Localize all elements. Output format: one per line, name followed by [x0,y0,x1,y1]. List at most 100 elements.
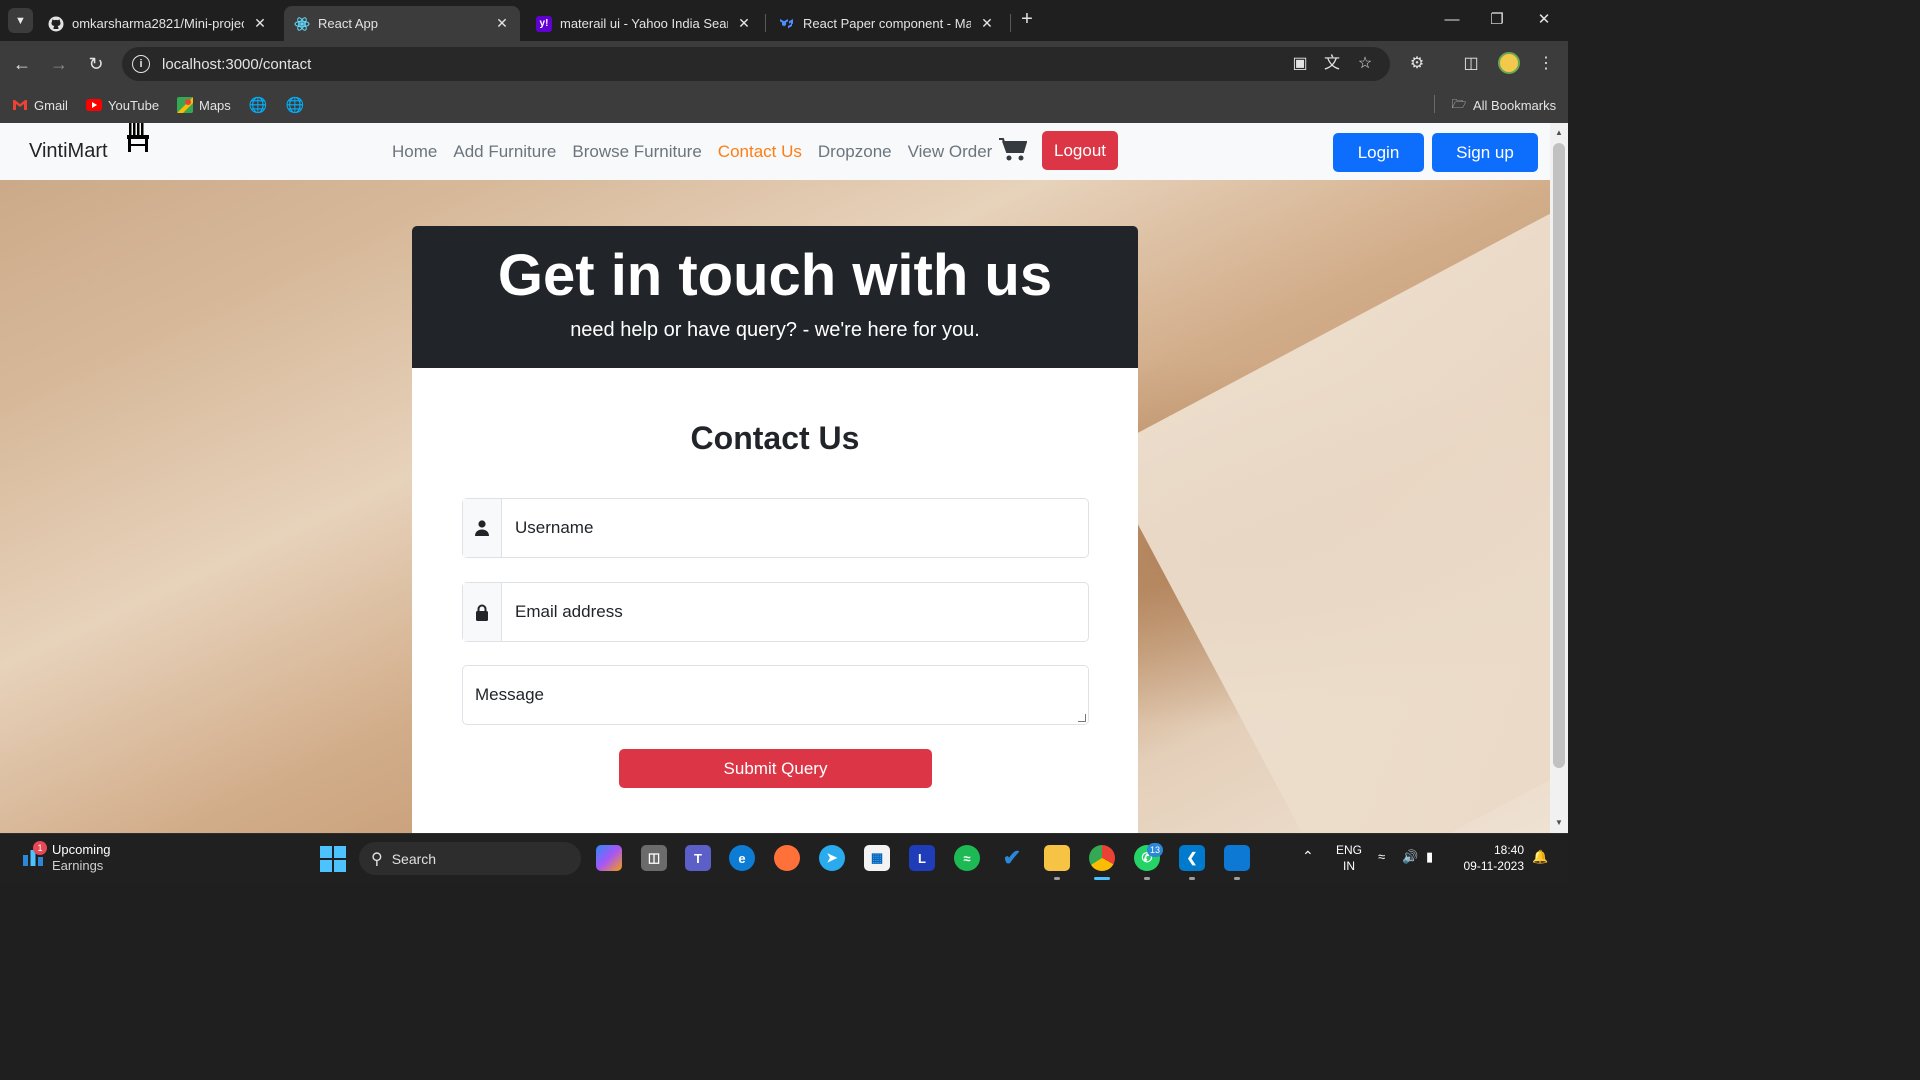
background-texture [1100,124,1550,833]
file-explorer-icon[interactable] [1044,845,1070,871]
close-icon[interactable]: ✕ [736,15,752,32]
bookmark-youtube[interactable]: YouTube [86,95,159,115]
edge-icon[interactable]: e [729,845,755,871]
photos-icon[interactable] [1224,845,1250,871]
teams-icon[interactable]: T [685,845,711,871]
bookmark-gmail[interactable]: Gmail [12,95,68,115]
running-indicator [1189,877,1195,880]
widget-title: Upcoming [52,842,111,857]
nav-home[interactable]: Home [392,142,437,162]
login-button[interactable]: Login [1333,133,1424,172]
tab-react-app[interactable]: React App ✕ [284,6,520,41]
task-view-icon[interactable]: ◫ [641,845,667,871]
back-button[interactable]: ← [10,52,34,76]
taskbar-search[interactable]: ⚲ Search [359,842,581,875]
arrow-left-icon: ← [13,54,31,74]
store-icon[interactable]: ▦ [864,845,890,871]
side-panel-icon[interactable]: ◫ [1459,52,1483,76]
page-viewport: VintiMart Home Add Furniture Browse Furn… [0,123,1550,833]
windows-start-icon[interactable] [320,846,346,877]
window-close-button[interactable]: ✕ [1521,6,1567,34]
tray-chevron-icon[interactable]: ⌃ [1302,848,1314,865]
message-textarea[interactable]: Message [462,665,1089,725]
browser-toolbar: ← → ↻ i localhost:3000/contact ▣ 文 ☆ ⚙ ◫… [0,41,1568,87]
tab-title: omkarsharma2821/Mini-project [72,16,244,31]
scroll-down-icon[interactable]: ▼ [1550,814,1568,832]
wifi-icon[interactable]: ≈ [1378,849,1385,864]
tab-title: React Paper component - Mate [803,16,971,31]
tab-mui[interactable]: React Paper component - Mate ✕ [769,6,1005,41]
cart-icon[interactable] [999,138,1028,167]
hero-subtitle: need help or have query? - we're here fo… [570,319,980,341]
restore-button[interactable]: ❐ [1474,6,1520,34]
username-input[interactable]: Username [502,499,1088,557]
telegram-icon[interactable]: ➤ [819,845,845,871]
bookmark-globe-1[interactable]: 🌐 [248,95,272,115]
profile-avatar[interactable] [1498,52,1520,74]
active-indicator [1094,877,1110,880]
todo-icon[interactable]: ✔ [999,845,1025,871]
running-indicator [1234,877,1240,880]
bookmarks-bar: Gmail YouTube Maps 🌐 🌐 🗁 All Bookmarks [0,87,1568,123]
scroll-up-icon[interactable]: ▲ [1550,124,1568,142]
menu-kebab-icon[interactable]: ⋮ [1534,52,1558,76]
clock-time: 18:40 [1493,843,1524,857]
resize-handle-icon[interactable] [1078,714,1086,722]
nav-view-order[interactable]: View Order [908,142,993,162]
chrome-icon[interactable] [1089,845,1115,871]
l-app-icon[interactable]: L [909,845,935,871]
email-field: Email address [462,582,1089,642]
scrollbar-thumb[interactable] [1553,143,1565,768]
bookmark-globe-2[interactable]: 🌐 [286,95,309,115]
hero-title: Get in touch with us [497,243,1053,308]
bookmark-maps[interactable]: Maps [177,95,231,115]
widget-badge: 1 [33,841,47,855]
brand-name[interactable]: VintiMart [29,140,108,163]
address-bar[interactable]: i localhost:3000/contact [122,47,1390,81]
translate-icon[interactable]: 文 [1322,54,1342,74]
minimize-button[interactable]: — [1429,6,1475,34]
logout-button[interactable]: Logout [1042,131,1118,170]
nav-dropzone[interactable]: Dropzone [818,142,892,162]
nav-browse-furniture[interactable]: Browse Furniture [572,142,701,162]
user-icon [463,499,502,557]
site-info-icon[interactable]: i [132,55,150,73]
notification-bell-icon[interactable]: 🔔 [1532,849,1548,865]
email-input[interactable]: Email address [502,583,1088,641]
browser-tab-strip: ▼ omkarsharma2821/Mini-project ✕ React A… [0,0,1568,41]
gmail-icon [12,97,28,113]
firefox-icon[interactable] [774,845,800,871]
react-icon [294,16,310,32]
whatsapp-badge: 13 [1147,843,1163,857]
extensions-icon[interactable]: ⚙ [1405,52,1429,76]
signup-button[interactable]: Sign up [1432,133,1538,172]
nav-contact-us[interactable]: Contact Us [718,142,802,162]
bookmark-star-icon[interactable]: ☆ [1355,54,1375,74]
close-icon[interactable]: ✕ [252,15,268,32]
reload-icon: ↻ [88,54,104,74]
taskbar-search-label: Search [391,850,437,867]
close-icon[interactable]: ✕ [979,15,995,32]
tab-yahoo[interactable]: y! materail ui - Yahoo India Search ✕ [526,6,762,41]
all-bookmarks[interactable]: 🗁 All Bookmarks [1451,95,1557,115]
tab-github[interactable]: omkarsharma2821/Mini-project ✕ [38,6,278,41]
copilot-icon[interactable] [596,845,622,871]
install-app-icon[interactable]: ▣ [1290,54,1310,74]
language-indicator[interactable]: ENG IN [1336,842,1362,874]
battery-icon[interactable]: ▮ [1426,849,1433,865]
globe-icon: 🌐 [248,97,268,114]
mui-icon [779,16,795,32]
chevron-down-icon: ▼ [15,14,26,27]
clock[interactable]: 18:40 09-11-2023 [1458,842,1525,874]
volume-icon[interactable]: 🔊 [1402,849,1418,865]
widget-subtitle: Earnings [52,858,104,873]
submit-query-button[interactable]: Submit Query [619,749,932,788]
spotify-icon[interactable]: ≈ [954,845,980,871]
vscode-icon[interactable]: ❮ [1179,845,1205,871]
new-tab-button[interactable]: + [1016,8,1038,32]
forward-button[interactable]: → [47,52,71,76]
close-icon[interactable]: ✕ [494,15,510,32]
nav-add-furniture[interactable]: Add Furniture [453,142,556,162]
tab-search-button[interactable]: ▼ [8,8,33,33]
reload-button[interactable]: ↻ [84,52,108,76]
